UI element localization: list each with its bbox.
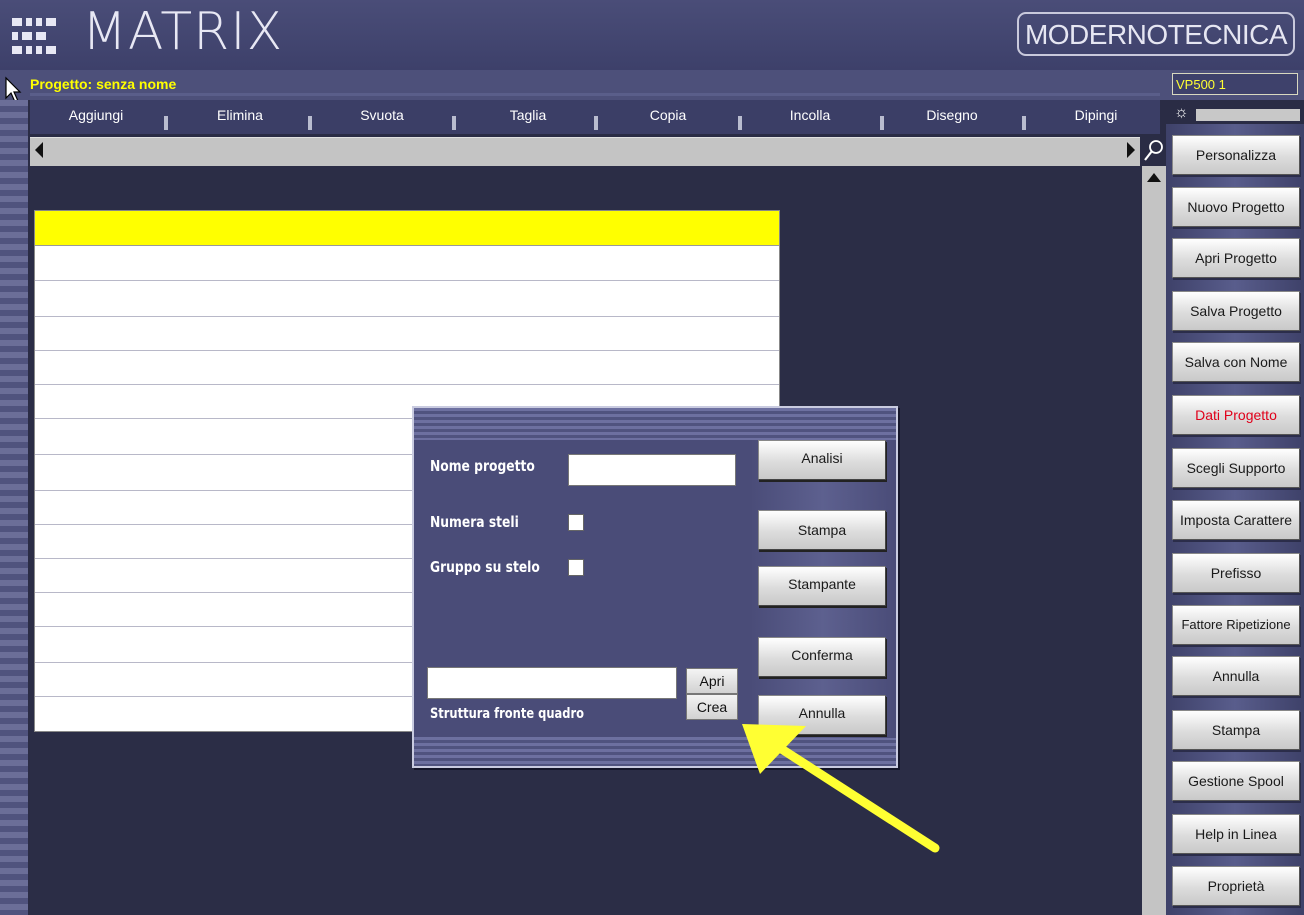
menu-separator (308, 116, 312, 130)
command-button-scegli-supporto[interactable]: Scegli Supporto (1172, 448, 1300, 488)
command-button-personalizza[interactable]: Personalizza (1172, 135, 1300, 175)
brand-badge: MODERNOTECNICA (1017, 12, 1295, 56)
menu-dipingi[interactable]: Dipingi (1044, 104, 1148, 126)
numera-steli-checkbox[interactable] (568, 514, 584, 531)
vertical-scrollbar[interactable] (1142, 166, 1166, 915)
horizontal-scrollbar[interactable] (30, 137, 1140, 166)
command-button-fattore-ripetizione[interactable]: Fattore Ripetizione (1172, 605, 1300, 645)
brightness-icon[interactable]: ☼ (1174, 104, 1192, 122)
numera-steli-label: Numera steli (430, 513, 519, 531)
model-code-field[interactable]: VP500 1 (1172, 73, 1298, 95)
sheet-row-line (35, 350, 779, 351)
menu-disegno[interactable]: Disegno (900, 104, 1004, 126)
command-button-gestione-spool[interactable]: Gestione Spool (1172, 761, 1300, 801)
nome-progetto-input[interactable] (568, 454, 736, 486)
command-button-help-in-linea[interactable]: Help in Linea (1172, 814, 1300, 854)
gruppo-su-stelo-label: Gruppo su stelo (430, 558, 540, 576)
menu-separator (1022, 116, 1026, 130)
left-ruler (0, 100, 28, 915)
nome-progetto-label: Nome progetto (430, 457, 535, 475)
scroll-up-icon[interactable] (1145, 170, 1163, 184)
project-title-divider (30, 93, 1160, 96)
gruppo-su-stelo-checkbox[interactable] (568, 559, 584, 576)
command-button-dati-progetto[interactable]: Dati Progetto (1172, 395, 1300, 435)
apri-button[interactable]: Apri (686, 668, 738, 694)
menu-svuota[interactable]: Svuota (330, 104, 434, 126)
stampante-button[interactable]: Stampante (758, 566, 886, 606)
scroll-left-icon[interactable] (32, 140, 46, 160)
scroll-right-icon[interactable] (1124, 140, 1138, 160)
command-button-prefisso[interactable]: Prefisso (1172, 553, 1300, 593)
menu-taglia[interactable]: Taglia (476, 104, 580, 126)
menu-separator (594, 116, 598, 130)
project-title: Progetto: senza nome (30, 76, 177, 92)
dialog-title-bar[interactable] (414, 408, 896, 440)
menu-aggiungi[interactable]: Aggiungi (44, 104, 148, 126)
command-button-propriet[interactable]: Proprietà (1172, 866, 1300, 906)
menu-separator (738, 116, 742, 130)
menu-separator (164, 116, 168, 130)
command-button-apri-progetto[interactable]: Apri Progetto (1172, 238, 1300, 278)
command-button-annulla[interactable]: Annulla (1172, 656, 1300, 696)
menu-incolla[interactable]: Incolla (758, 104, 862, 126)
menu-copia[interactable]: Copia (616, 104, 720, 126)
sheet-row-line (35, 280, 779, 281)
app-name: MATRIX (82, 2, 284, 62)
matrix-logo-icon (12, 18, 56, 54)
menu-elimina[interactable]: Elimina (188, 104, 292, 126)
sheet-header-row[interactable] (35, 211, 779, 246)
command-button-salva-con-nome[interactable]: Salva con Nome (1172, 342, 1300, 382)
analisi-button[interactable]: Analisi (758, 440, 886, 480)
command-button-nuovo-progetto[interactable]: Nuovo Progetto (1172, 187, 1300, 227)
zoom-icon[interactable] (1143, 139, 1165, 163)
struttura-fronte-quadro-label: Struttura fronte quadro (430, 706, 585, 722)
menu-separator (880, 116, 884, 130)
conferma-button[interactable]: Conferma (758, 637, 886, 677)
dialog-stampa-button[interactable]: Stampa (758, 510, 886, 550)
command-button-salva-progetto[interactable]: Salva Progetto (1172, 291, 1300, 331)
brightness-slider[interactable] (1196, 109, 1300, 121)
command-button-imposta-carattere[interactable]: Imposta Carattere (1172, 500, 1300, 540)
menu-separator (452, 116, 456, 130)
annotation-arrow-icon (742, 724, 940, 853)
struttura-fronte-quadro-input[interactable] (427, 667, 677, 699)
sheet-row-line (35, 316, 779, 317)
sheet-row-line (35, 384, 779, 385)
command-button-stampa[interactable]: Stampa (1172, 710, 1300, 750)
